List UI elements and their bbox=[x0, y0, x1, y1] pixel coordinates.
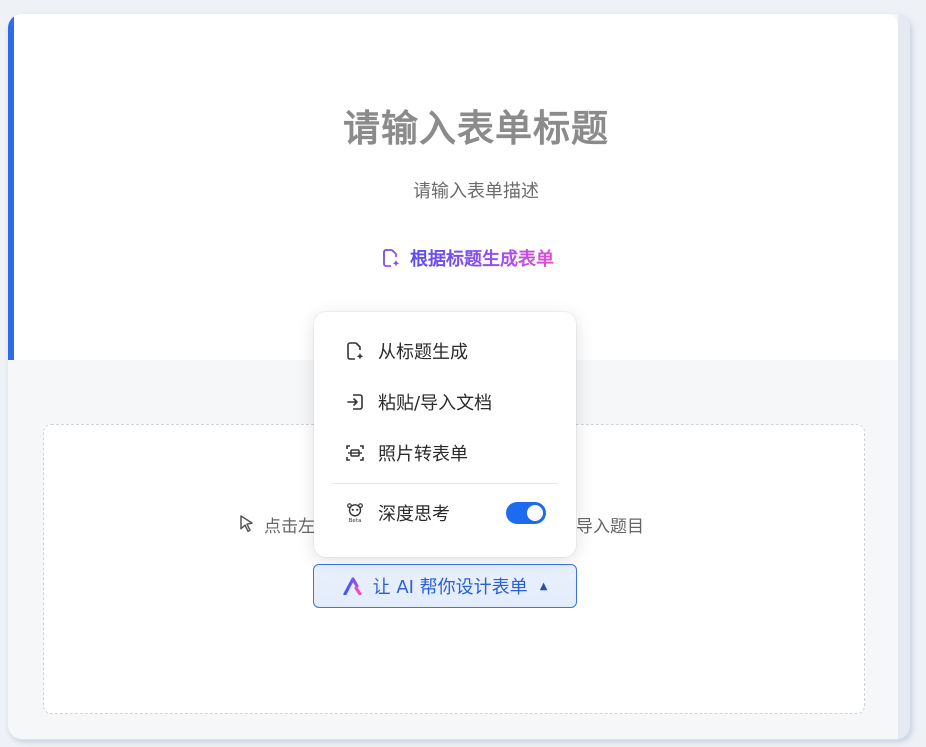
caret-up-icon: ▲ bbox=[539, 580, 548, 592]
drop-hint-left: 点击左 bbox=[236, 510, 315, 538]
sparkle-doc-icon bbox=[344, 340, 366, 362]
menu-item-label: 从标题生成 bbox=[378, 342, 468, 363]
menu-item-generate-from-title[interactable]: 从标题生成 bbox=[330, 329, 560, 373]
menu-item-paste-import[interactable]: 粘贴/导入文档 bbox=[330, 380, 560, 424]
menu-divider bbox=[332, 483, 558, 484]
scan-icon bbox=[344, 442, 366, 464]
menu-item-photo-to-form[interactable]: 照片转表单 bbox=[330, 431, 560, 475]
drop-hint-left-text: 点击左 bbox=[264, 516, 315, 537]
menu-item-label: 照片转表单 bbox=[378, 444, 468, 465]
beta-brain-icon: Beta bbox=[344, 502, 366, 524]
ai-design-form-label: 让 AI 帮你设计表单 bbox=[372, 577, 528, 598]
menu-item-label: 粘贴/导入文档 bbox=[378, 393, 493, 414]
form-title-input[interactable]: 请输入表单标题 bbox=[8, 98, 910, 152]
menu-item-label: 深度思考 bbox=[378, 504, 450, 525]
cursor-icon bbox=[236, 513, 258, 535]
import-icon bbox=[344, 391, 366, 413]
toggle-knob bbox=[527, 505, 543, 521]
drop-hint-right: 导入题目 bbox=[576, 510, 644, 538]
ai-design-form-button[interactable]: 让 AI 帮你设计表单 ▲ bbox=[313, 564, 577, 608]
deep-think-toggle[interactable] bbox=[506, 502, 546, 524]
form-header-card: 请输入表单标题 请输入表单描述 根据标题生成表单 bbox=[8, 14, 898, 360]
sparkle-doc-icon bbox=[380, 247, 402, 269]
form-description-input[interactable]: 请输入表单描述 bbox=[8, 177, 910, 203]
generate-link-label: 根据标题生成表单 bbox=[410, 245, 554, 271]
ai-options-dropdown: 从标题生成 粘贴/导入文档 照片转表单 Beta 深度思考 bbox=[314, 312, 576, 557]
beta-badge: Beta bbox=[349, 518, 362, 524]
generate-from-title-link[interactable]: 根据标题生成表单 bbox=[380, 244, 554, 272]
menu-item-deep-think[interactable]: Beta 深度思考 bbox=[330, 491, 560, 535]
drop-hint-right-text: 导入题目 bbox=[576, 516, 644, 537]
ai-logo-icon bbox=[343, 575, 365, 597]
